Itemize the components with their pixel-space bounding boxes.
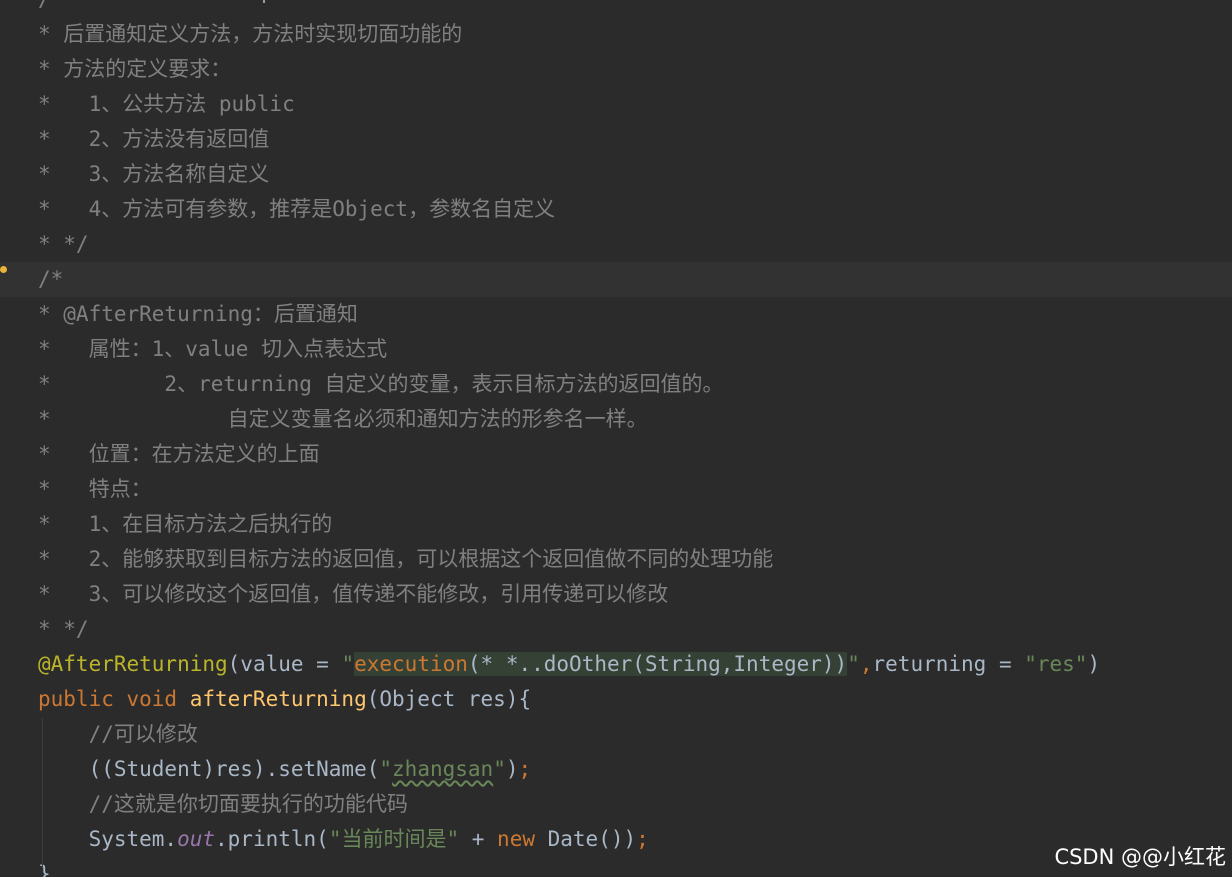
code-token: * 属性：1、value 切入点表达式 [38, 337, 388, 361]
code-line[interactable]: System.out.println("当前时间是" + new Date())… [0, 822, 1232, 857]
code-line[interactable]: * 3、方法名称自定义 [0, 157, 1232, 192]
code-token: afterReturning [189, 687, 367, 711]
code-token: " [493, 757, 506, 781]
code-token: out [177, 827, 216, 851]
code-line[interactable]: } [0, 857, 1232, 877]
code-line[interactable]: * 2、方法没有返回值 [0, 122, 1232, 157]
code-line[interactable]: / [0, 0, 1232, 17]
code-token: execution [354, 652, 468, 676]
code-token: //可以修改 [38, 722, 198, 746]
code-line[interactable]: * 3、可以修改这个返回值，值传递不能修改，引用传递可以修改 [0, 577, 1232, 612]
code-line[interactable]: * 1、在目标方法之后执行的 [0, 507, 1232, 542]
code-line[interactable]: * 特点： [0, 472, 1232, 507]
code-line[interactable]: * */ [0, 227, 1232, 262]
code-line[interactable]: * */ [0, 612, 1232, 647]
code-line[interactable]: * 位置：在方法定义的上面 [0, 437, 1232, 472]
code-token: //这就是你切面要执行的功能代码 [38, 792, 408, 816]
code-token: returning = [872, 652, 1025, 676]
code-line[interactable]: * 方法的定义要求： [0, 52, 1232, 87]
code-token: ; [636, 827, 649, 851]
code-token: " [341, 652, 355, 676]
code-token: * */ [38, 232, 89, 256]
code-line[interactable]: /* [0, 262, 1232, 297]
code-token: new [497, 827, 548, 851]
code-token: / [38, 0, 51, 11]
code-line[interactable]: @AfterReturning(value = "execution(* *..… [0, 647, 1232, 682]
code-line[interactable]: ((Student)res).setName("zhangsan"); [0, 752, 1232, 787]
code-token: * 特点： [38, 477, 152, 501]
code-line[interactable]: //这就是你切面要执行的功能代码 [0, 787, 1232, 822]
code-token: * 2、能够获取到目标方法的返回值，可以根据这个返回值做不同的处理功能 [38, 547, 774, 571]
code-token: * @AfterReturning：后置通知 [38, 302, 358, 326]
code-token: (* *..doOther(String,Integer)) [467, 652, 848, 676]
code-token: * 1、在目标方法之后执行的 [38, 512, 333, 536]
code-token: ; [518, 757, 532, 781]
code-token: * 方法的定义要求： [38, 57, 232, 81]
indent-guide [42, 718, 43, 868]
code-token: * 2、returning 自定义的变量，表示目标方法的返回值的。 [38, 372, 724, 396]
csdn-watermark: CSDN @@小红花 [1054, 845, 1226, 869]
code-token: /* [38, 267, 64, 291]
code-token: * 2、方法没有返回值 [38, 127, 270, 151]
code-token: System. [38, 827, 178, 851]
code-line[interactable]: * 2、能够获取到目标方法的返回值，可以根据这个返回值做不同的处理功能 [0, 542, 1232, 577]
code-token: public void [38, 687, 190, 711]
code-token: ) [505, 757, 519, 781]
code-token: * 3、可以修改这个返回值，值传递不能修改，引用传递可以修改 [38, 582, 669, 606]
code-token: ) [1087, 652, 1101, 676]
code-line[interactable]: * 2、returning 自定义的变量，表示目标方法的返回值的。 [0, 367, 1232, 402]
code-token: "当前时间是" [328, 827, 460, 851]
code-line[interactable]: * @AfterReturning：后置通知 [0, 297, 1232, 332]
code-line[interactable]: * 属性：1、value 切入点表达式 [0, 332, 1232, 367]
code-token: zhangsan [392, 757, 494, 781]
code-token: * 1、公共方法 public [38, 92, 295, 116]
code-token: @AfterReturning [38, 652, 228, 676]
code-token: } [38, 862, 51, 877]
bookmark-dot-icon [0, 266, 7, 273]
code-token: + [459, 827, 498, 851]
code-token: Date()) [547, 827, 637, 851]
code-line[interactable]: * 后置通知定义方法，方法时实现切面功能的 [0, 17, 1232, 52]
code-editor[interactable]: / * 后置通知定义方法，方法时实现切面功能的 * 方法的定义要求： * 1、公共方法… [0, 0, 1232, 877]
code-token: * 3、方法名称自定义 [38, 162, 270, 186]
code-line[interactable]: * 自定义变量名必须和通知方法的形参名一样。 [0, 402, 1232, 437]
code-token: ((Student)res).setName( [38, 757, 380, 781]
code-token: "res" [1024, 652, 1088, 676]
code-token: " [379, 757, 393, 781]
code-token: * 4、方法可有参数，推荐是Object，参数名自定义 [38, 197, 556, 221]
code-token: " [847, 652, 860, 676]
code-line[interactable]: * 1、公共方法 public [0, 87, 1232, 122]
code-token: * 自定义变量名必须和通知方法的形参名一样。 [38, 407, 648, 431]
code-token: * 后置通知定义方法，方法时实现切面功能的 [38, 22, 463, 46]
code-token: .println( [215, 827, 329, 851]
code-line[interactable]: //可以修改 [0, 717, 1232, 752]
code-token: * 位置：在方法定义的上面 [38, 442, 320, 466]
code-line[interactable]: public void afterReturning(Object res){ [0, 682, 1232, 717]
code-line[interactable]: * 4、方法可有参数，推荐是Object，参数名自定义 [0, 192, 1232, 227]
code-token: * */ [38, 617, 89, 641]
code-token: (Object res){ [366, 687, 532, 711]
code-token: , [859, 652, 873, 676]
code-token: (value = [227, 652, 342, 676]
